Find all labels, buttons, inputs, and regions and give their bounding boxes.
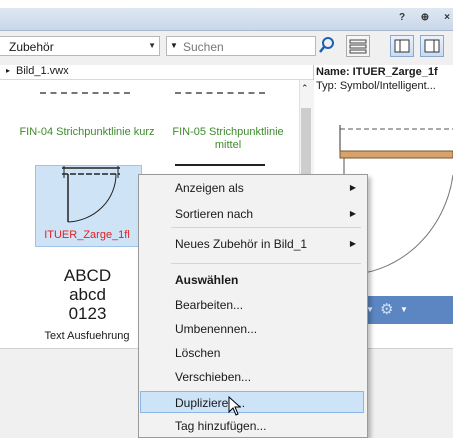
resource-label[interactable]: FIN-05 Strichpunktlinie mittel — [158, 126, 298, 152]
scrollbar-thumb[interactable] — [301, 108, 311, 178]
text-sample-line: abcd — [69, 285, 106, 304]
mouse-cursor-icon — [228, 395, 242, 416]
menu-item-label: Anzeigen als — [175, 181, 244, 195]
gear-dropdown-arrow-icon[interactable]: ▼ — [400, 305, 408, 314]
split-view-icon[interactable] — [420, 35, 444, 57]
top-strip — [0, 0, 453, 8]
file-path-bar: ▸ Bild_1.vwx — [0, 65, 313, 80]
category-dropdown[interactable]: Zubehör ▼ — [0, 36, 160, 56]
pin-button[interactable]: ⊕ — [418, 11, 432, 25]
search-box[interactable]: ▼ Suchen — [166, 36, 316, 56]
resource-label-selected[interactable]: ITUER_Zarge_1fl — [37, 229, 137, 241]
submenu-arrow-icon: ▶ — [349, 183, 356, 192]
menu-item-auswaehlen[interactable]: Auswählen — [140, 269, 364, 291]
gear-icon[interactable]: ⚙ — [380, 300, 393, 318]
category-value: Zubehör — [9, 40, 54, 54]
menu-item-loeschen[interactable]: Löschen — [140, 342, 364, 364]
submenu-arrow-icon: ▶ — [349, 209, 356, 218]
submenu-arrow-icon: ▶ — [349, 239, 356, 248]
menu-item-label: Tag hinzufügen... — [175, 419, 267, 433]
thumbnail-view-icon[interactable] — [390, 35, 414, 57]
menu-item-label: Verschieben... — [175, 370, 252, 384]
resource-label[interactable]: FIN-04 Strichpunktlinie kurz — [17, 126, 157, 139]
menu-item-sortieren-nach[interactable]: Sortieren nach ▶ — [140, 203, 364, 225]
file-path: Bild_1.vwx — [16, 65, 69, 77]
resource-name: Name: ITUER_Zarge_1f — [316, 66, 438, 78]
help-button[interactable]: ? — [395, 11, 409, 25]
context-menu: Anzeigen als ▶ Sortieren nach ▶ Neues Zu… — [138, 174, 368, 438]
resource-type: Typ: Symbol/Intelligent... — [316, 80, 436, 92]
dropdown-arrow-icon: ▼ — [148, 41, 156, 50]
menu-item-verschieben[interactable]: Verschieben... — [140, 366, 364, 388]
menu-item-anzeigen-als[interactable]: Anzeigen als ▶ — [140, 177, 364, 199]
search-input[interactable]: Suchen — [183, 40, 224, 54]
scroll-up-arrow-icon[interactable]: ⌃ — [301, 83, 309, 94]
list-view-icon[interactable] — [346, 35, 370, 57]
menu-item-label: Neues Zubehör in Bild_1 — [175, 237, 308, 251]
menu-item-umbenennen[interactable]: Umbenennen... — [140, 318, 364, 340]
palette-titlebar — [0, 8, 453, 31]
menu-item-label: Auswählen — [175, 273, 239, 287]
text-style-thumbnail[interactable]: ABCD abcd 0123 — [40, 266, 135, 323]
resource-label[interactable]: Text Ausfuehrung — [17, 330, 157, 342]
menu-item-label: Sortieren nach — [175, 207, 254, 221]
menu-item-neues-zubehoer[interactable]: Neues Zubehör in Bild_1 ▶ — [140, 233, 364, 255]
menu-item-tag-hinzufuegen[interactable]: Tag hinzufügen... — [140, 415, 364, 437]
menu-item-label: Umbenennen... — [175, 322, 258, 336]
menu-item-bearbeiten[interactable]: Bearbeiten... — [140, 294, 364, 316]
expand-arrow-icon[interactable]: ▸ — [6, 66, 10, 75]
menu-separator — [171, 263, 361, 264]
menu-item-label: Bearbeiten... — [175, 298, 244, 312]
search-scope-arrow-icon[interactable]: ▼ — [170, 41, 178, 50]
resource-thumbnail-partial[interactable] — [175, 82, 265, 94]
text-sample-line: 0123 — [68, 304, 107, 323]
search-icon[interactable] — [318, 36, 336, 54]
door-symbol-thumbnail[interactable] — [60, 164, 122, 226]
menu-separator — [171, 227, 361, 228]
menu-item-duplizieren[interactable]: Duplizieren... — [140, 391, 364, 413]
text-sample-line: ABCD — [63, 266, 112, 285]
resource-thumbnail-partial[interactable] — [40, 82, 130, 94]
close-button[interactable]: × — [440, 11, 453, 25]
menu-item-label: Löschen — [175, 346, 221, 360]
